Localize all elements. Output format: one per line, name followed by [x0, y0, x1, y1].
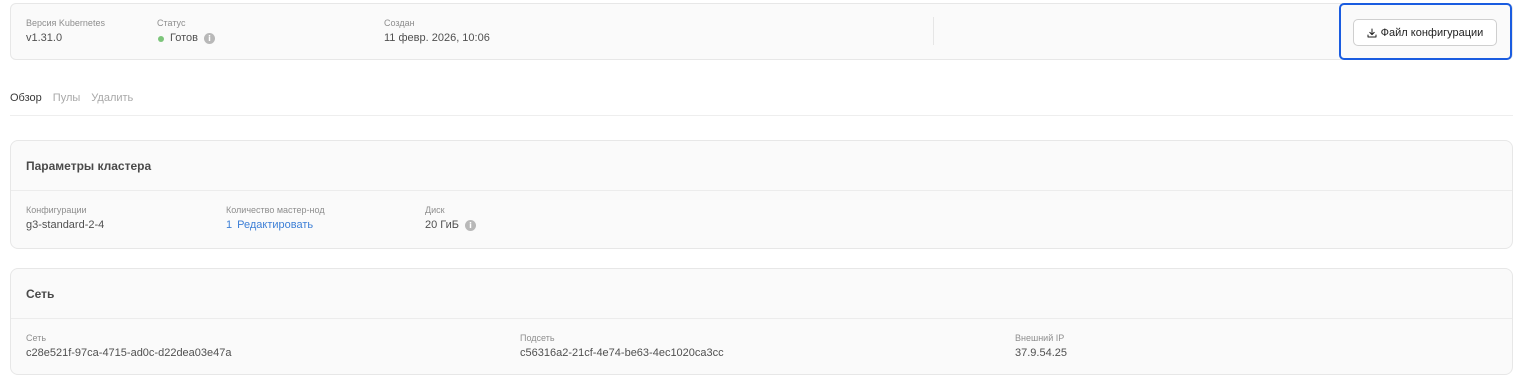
cluster-params-card: Параметры кластера Конфигурации g3-stand…	[10, 140, 1513, 249]
info-icon[interactable]: i	[203, 33, 215, 44]
tab-pools[interactable]: Пулы	[53, 91, 81, 116]
subnet-value: c56316a2-21cf-4e74-be63-4ec1020ca3cc	[520, 347, 724, 359]
info-icon[interactable]: i	[465, 220, 476, 231]
network-label: Сеть	[26, 333, 47, 343]
created-label: Создан	[384, 18, 415, 28]
subnet-label: Подсеть	[520, 333, 555, 343]
created-value: 11 февр. 2026, 10:06	[384, 32, 490, 44]
disk-field: Диск 20 ГиБ i	[425, 205, 476, 233]
download-config-button[interactable]: Файл конфигурации	[1353, 19, 1497, 46]
k8s-version-value: v1.31.0	[26, 32, 63, 44]
download-icon	[1367, 28, 1377, 37]
master-nodes-field: Количество мастер-нод 1 Редактировать	[226, 205, 325, 233]
tab-overview[interactable]: Обзор	[10, 91, 42, 116]
k8s-version-field: Версия Kubernetes v1.31.0	[26, 18, 105, 46]
network-value: c28e521f-97ca-4715-ad0c-d22dea03e47a	[26, 347, 232, 359]
network-field: Сеть c28e521f-97ca-4715-ad0c-d22dea03e47…	[26, 333, 232, 361]
created-field: Создан 11 февр. 2026, 10:06	[384, 18, 490, 46]
cluster-info-bar: Версия Kubernetes v1.31.0 Статус Готов i…	[10, 3, 1513, 60]
cluster-params-title: Параметры кластера	[26, 159, 152, 173]
configuration-value: g3-standard-2-4	[26, 219, 105, 231]
download-config-label: Файл конфигурации	[1380, 26, 1484, 39]
disk-value: 20 ГиБ	[425, 219, 459, 231]
configuration-field: Конфигурации g3-standard-2-4	[26, 205, 104, 233]
tabs-underline	[10, 115, 1513, 116]
network-title: Сеть	[26, 287, 55, 301]
master-nodes-value: 1	[226, 219, 233, 231]
network-card: Сеть Сеть c28e521f-97ca-4715-ad0c-d22dea…	[10, 268, 1513, 375]
external-ip-value: 37.9.54.25	[1015, 347, 1067, 359]
status-dot-icon	[158, 35, 164, 42]
card-divider	[11, 318, 1512, 319]
subnet-field: Подсеть c56316a2-21cf-4e74-be63-4ec1020c…	[520, 333, 724, 361]
status-field: Статус Готов i	[157, 18, 215, 46]
k8s-version-label: Версия Kubernetes	[26, 18, 105, 28]
edit-master-nodes-link[interactable]: Редактировать	[237, 218, 313, 233]
cluster-page: Версия Kubernetes v1.31.0 Статус Готов i…	[0, 0, 1519, 378]
status-value: Готов	[170, 32, 198, 44]
tab-delete[interactable]: Удалить	[91, 91, 133, 116]
external-ip-label: Внешний IP	[1015, 333, 1065, 343]
tab-bar: Обзор Пулы Удалить	[10, 91, 144, 116]
external-ip-field: Внешний IP 37.9.54.25	[1015, 333, 1067, 361]
master-nodes-label: Количество мастер-нод	[226, 205, 325, 215]
disk-label: Диск	[425, 205, 445, 215]
status-label: Статус	[157, 18, 186, 28]
card-divider	[11, 190, 1512, 191]
focus-outline: Файл конфигурации	[1339, 3, 1512, 60]
divider	[933, 17, 934, 45]
configuration-label: Конфигурации	[26, 205, 87, 215]
